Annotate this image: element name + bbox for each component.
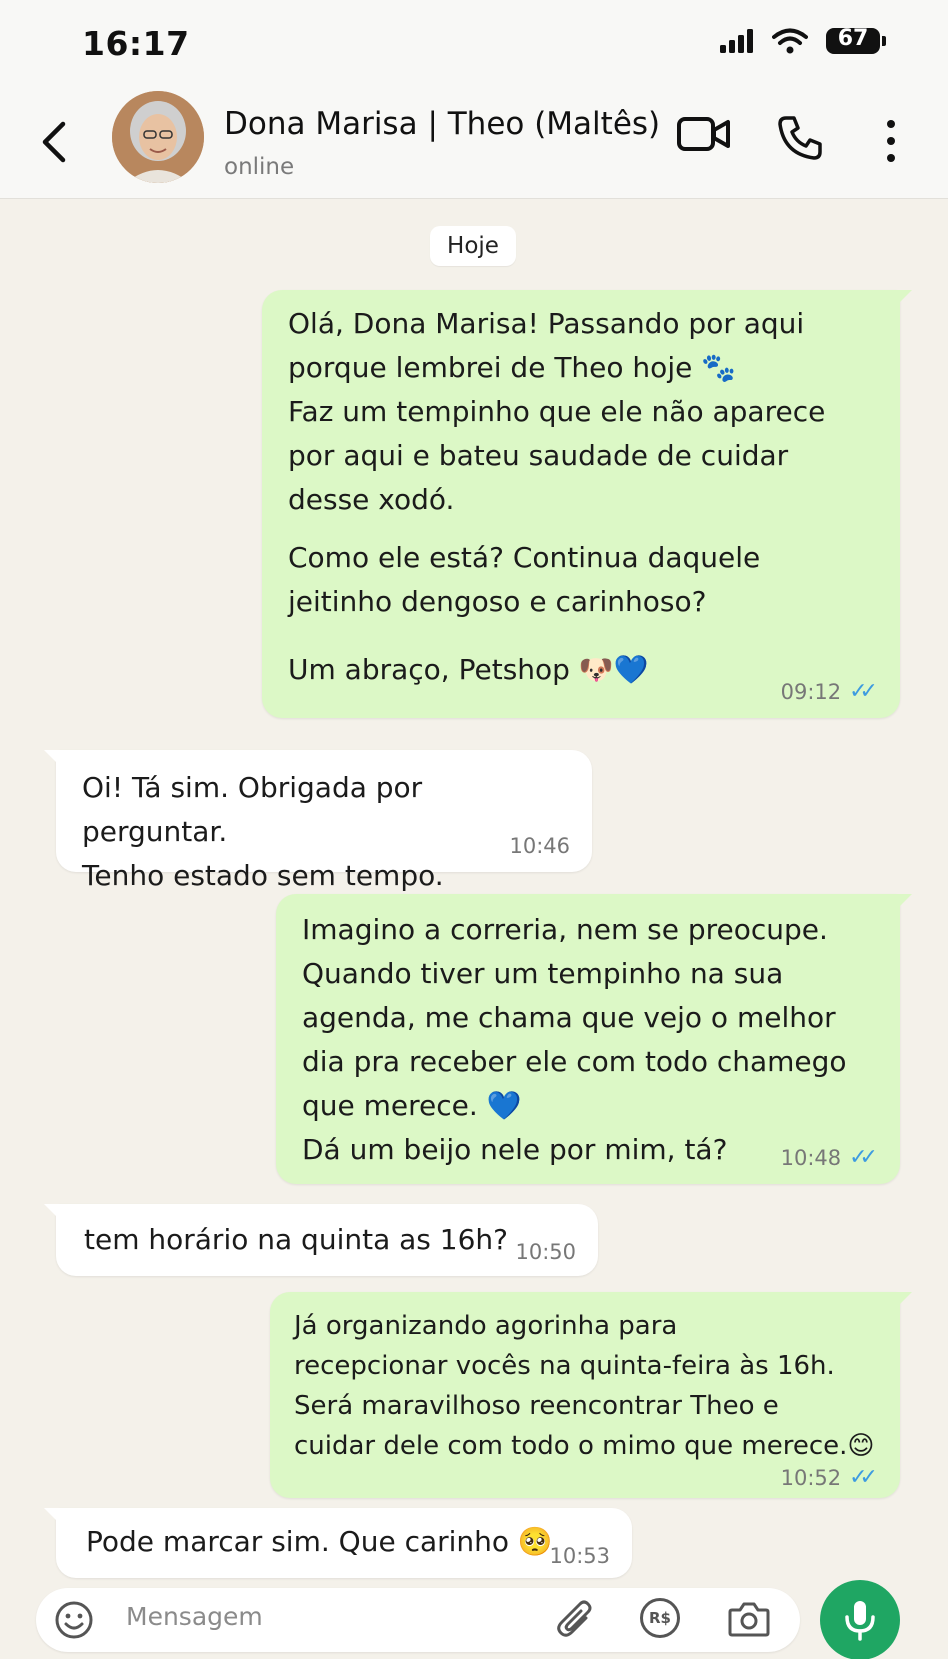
status-bar: 16:17 67 <box>0 0 948 86</box>
date-divider: Hoje <box>430 226 516 266</box>
double-check-icon: ✓✓ <box>849 679 878 704</box>
message-bubble-outgoing[interactable]: Olá, Dona Marisa! Passando por aqui porq… <box>262 290 912 718</box>
video-camera-icon <box>677 117 730 151</box>
message-meta: 10:53 <box>549 1544 610 1568</box>
phone-icon <box>778 116 822 160</box>
chevron-left-icon <box>42 121 66 163</box>
voice-message-button[interactable] <box>820 1580 900 1659</box>
double-check-icon: ✓✓ <box>849 1465 878 1490</box>
message-bubble-incoming[interactable]: Oi! Tá sim. Obrigada por perguntar. Tenh… <box>44 750 592 892</box>
microphone-icon <box>845 1601 875 1641</box>
message-bubble-outgoing[interactable]: Imagino a correria, nem se preocupe. Qua… <box>276 894 912 1184</box>
message-text: Pode marcar sim. Que carinho 🥺 <box>86 1525 553 1558</box>
chat-screen: 16:17 67 Dona Marisa | Theo (Maltês) onl… <box>0 0 948 1659</box>
battery-level: 67 <box>837 26 869 51</box>
message-bubble-incoming[interactable]: tem horário na quinta as 16h? 10:50 <box>44 1204 598 1276</box>
message-input-bar: Mensagem R$ <box>36 1588 800 1652</box>
more-options-button[interactable] <box>876 114 906 168</box>
message-input[interactable]: Mensagem <box>126 1602 263 1631</box>
status-time: 16:17 <box>82 24 190 63</box>
message-time: 10:53 <box>549 1544 610 1568</box>
currency-icon: R$ <box>649 1609 671 1627</box>
message-bubble-outgoing[interactable]: Já organizando agorinha para recepcionar… <box>270 1292 912 1498</box>
back-button[interactable] <box>26 112 82 172</box>
emoji-button[interactable] <box>54 1600 94 1644</box>
message-meta: 10:50 <box>515 1240 576 1264</box>
message-text: Já organizando agorinha para recepcionar… <box>294 1311 875 1461</box>
wifi-icon <box>772 28 808 54</box>
video-call-button[interactable] <box>676 114 736 164</box>
message-text: tem horário na quinta as 16h? <box>84 1223 509 1256</box>
message-time: 10:50 <box>515 1240 576 1264</box>
message-bubble-incoming[interactable]: Pode marcar sim. Que carinho 🥺 10:53 <box>44 1508 632 1578</box>
contact-status: online <box>224 154 295 180</box>
payment-button[interactable]: R$ <box>640 1598 680 1638</box>
chat-header: Dona Marisa | Theo (Maltês) online <box>0 86 948 199</box>
message-meta: 09:12 ✓✓ <box>781 679 878 704</box>
message-text: Oi! Tá sim. Obrigada por perguntar. Tenh… <box>82 771 444 892</box>
contact-name[interactable]: Dona Marisa | Theo (Maltês) <box>224 106 660 142</box>
message-meta: 10:46 <box>509 834 570 858</box>
message-meta: 10:52 ✓✓ <box>781 1465 878 1490</box>
avatar-photo <box>112 91 204 183</box>
message-time: 10:46 <box>509 834 570 858</box>
message-text: Como ele está? Continua daquele jeitinho… <box>288 541 761 618</box>
smiley-icon <box>55 1601 93 1639</box>
status-icons: 67 <box>720 26 886 54</box>
message-time: 10:48 <box>780 1145 842 1170</box>
attach-button[interactable] <box>556 1598 596 1646</box>
message-text: Olá, Dona Marisa! Passando por aqui porq… <box>288 307 826 516</box>
camera-icon <box>728 1602 770 1637</box>
message-meta: 10:48 ✓✓ <box>781 1145 878 1170</box>
message-text: Imagino a correria, nem se preocupe. Qua… <box>302 913 847 1166</box>
message-time: 09:12 <box>780 679 842 704</box>
paperclip-icon <box>557 1600 592 1637</box>
contact-avatar[interactable] <box>112 91 204 183</box>
message-time: 10:52 <box>780 1465 842 1490</box>
camera-button[interactable] <box>728 1600 770 1642</box>
double-check-icon: ✓✓ <box>849 1145 878 1170</box>
voice-call-button[interactable] <box>776 114 830 168</box>
vertical-dots-icon <box>887 120 895 128</box>
battery-icon: 67 <box>826 26 880 54</box>
signal-icon <box>720 29 753 53</box>
